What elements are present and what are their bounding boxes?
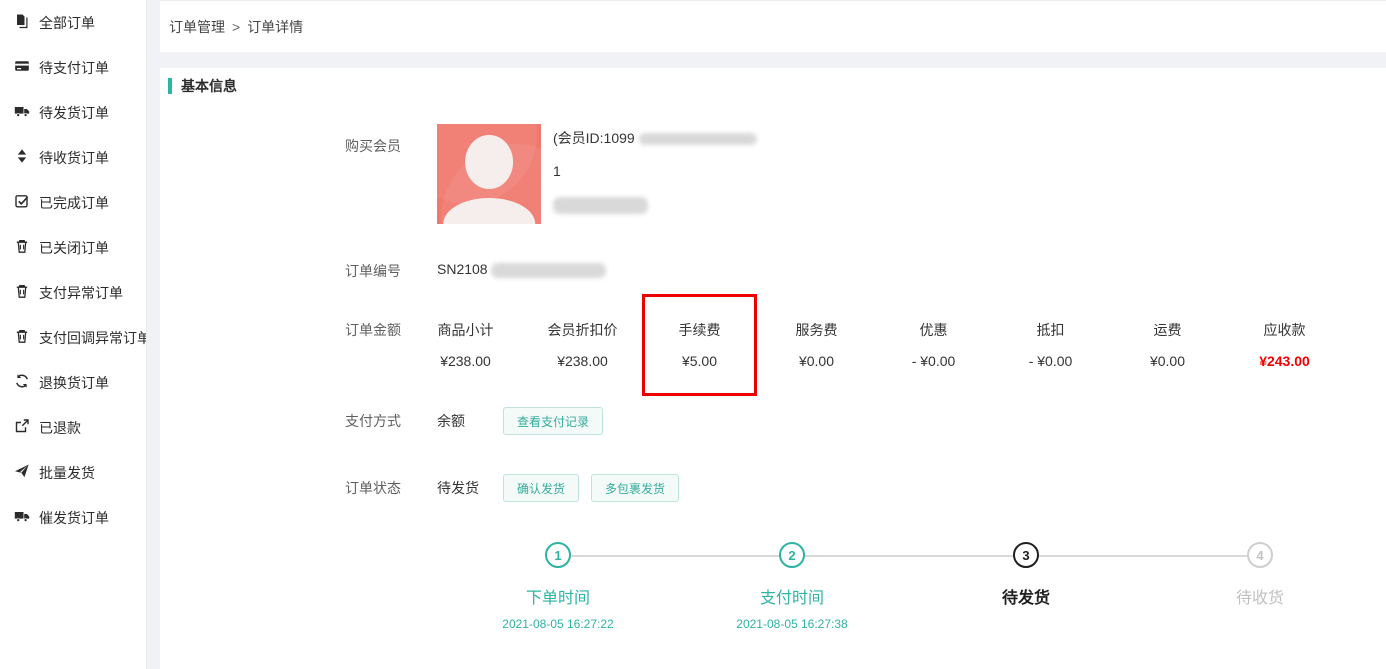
sidebar-item-payment-callback-exception[interactable]: 支付回调异常订单 xyxy=(0,315,146,360)
payment-method-label: 支付方式 xyxy=(345,411,437,431)
order-number-label: 订单编号 xyxy=(345,261,437,281)
breadcrumb-order-management[interactable]: 订单管理 xyxy=(169,17,225,37)
member-avatar xyxy=(437,124,541,224)
order-status-label: 订单状态 xyxy=(345,478,437,498)
member-line2: 1 xyxy=(553,162,757,181)
timeline-step-3-label: 待发货 xyxy=(1002,584,1050,608)
return-exchange-icon xyxy=(14,373,30,392)
redacted-order-number xyxy=(491,263,606,278)
sidebar-item-label: 待支付订单 xyxy=(39,58,109,78)
sidebar-item-return-exchange[interactable]: 退换货订单 xyxy=(0,360,146,405)
amount-columns: 商品小计 ¥238.00 会员折扣价 ¥238.00 手续费 ¥5.00 服务费… xyxy=(407,320,1343,369)
payment-exception-icon xyxy=(14,283,30,302)
timeline-step-4-label: 待收货 xyxy=(1236,584,1284,608)
payment-callback-exception-icon xyxy=(14,328,30,347)
order-progress-timeline: 1 下单时间 2021-08-05 16:27:22 2 支付时间 2021-0… xyxy=(441,542,1377,631)
breadcrumb-order-detail: 订单详情 xyxy=(247,17,303,37)
member-info: (会员ID:1099 1 xyxy=(553,124,757,228)
sidebar-item-label: 全部订单 xyxy=(39,13,95,33)
timeline-step-2-label: 支付时间 xyxy=(760,584,824,608)
refunded-icon xyxy=(14,418,30,437)
sidebar-item-label: 已完成订单 xyxy=(39,193,109,213)
pending-payment-icon xyxy=(14,58,30,77)
timeline-step-pending-receive: 4 待收货 xyxy=(1143,542,1377,631)
order-number-row: 订单编号 SN2108 xyxy=(345,261,1386,281)
sidebar-item-pending-payment[interactable]: 待支付订单 xyxy=(0,45,146,90)
timeline-step-pending-ship: 3 待发货 xyxy=(909,542,1143,631)
sidebar-item-label: 支付异常订单 xyxy=(39,283,123,303)
sidebar-item-all-orders[interactable]: 全部订单 xyxy=(0,0,146,45)
all-orders-icon xyxy=(14,13,30,32)
order-status-value: 待发货 xyxy=(437,478,503,498)
view-payment-records-button[interactable]: 查看支付记录 xyxy=(503,407,603,435)
sidebar-item-closed-orders[interactable]: 已关闭订单 xyxy=(0,225,146,270)
member-id-line: (会员ID:1099 xyxy=(553,129,757,148)
section-title-accent-bar xyxy=(168,78,172,94)
timeline-step-3-circle: 3 xyxy=(1013,542,1039,568)
section-title-text: 基本信息 xyxy=(181,76,237,96)
batch-shipment-icon xyxy=(14,463,30,482)
timeline-step-1-circle: 1 xyxy=(545,542,571,568)
order-amount-row: 订单金额 商品小计 ¥238.00 会员折扣价 ¥238.00 手续费 ¥5.0… xyxy=(345,320,1386,369)
sidebar-item-refunded[interactable]: 已退款 xyxy=(0,405,146,450)
timeline-step-1-label: 下单时间 xyxy=(526,584,590,608)
order-amount-label: 订单金额 xyxy=(345,320,407,369)
member-row: 购买会员 (会员ID:1099 1 xyxy=(345,124,1386,228)
sidebar-item-completed-orders[interactable]: 已完成订单 xyxy=(0,180,146,225)
basic-info-panel: 基本信息 购买会员 (会员ID:1099 1 订单 xyxy=(160,68,1386,669)
member-id-text: (会员ID:1099 xyxy=(553,130,635,146)
breadcrumb: 订单管理 > 订单详情 xyxy=(160,0,1386,53)
payment-method-value: 余额 xyxy=(437,411,503,431)
sidebar-item-batch-shipment[interactable]: 批量发货 xyxy=(0,450,146,495)
sidebar-item-pending-receipt[interactable]: 待收货订单 xyxy=(0,135,146,180)
sidebar-item-label: 已退款 xyxy=(39,418,81,438)
highlight-box xyxy=(642,294,757,396)
order-status-row: 订单状态 待发货 确认发货 多包裹发货 xyxy=(345,474,1386,502)
avatar-head-shape xyxy=(465,135,513,189)
amount-col-deduction: 抵扣 - ¥0.00 xyxy=(992,320,1109,369)
completed-orders-icon xyxy=(14,193,30,212)
pending-shipment-icon xyxy=(14,103,30,122)
timeline-step-1-date: 2021-08-05 16:27:22 xyxy=(502,617,613,631)
sidebar-item-label: 催发货订单 xyxy=(39,508,109,528)
sidebar-item-label: 退换货订单 xyxy=(39,373,109,393)
timeline-step-2-circle: 2 xyxy=(779,542,805,568)
sidebar-item-label: 待收货订单 xyxy=(39,148,109,168)
amount-col-member-discount: 会员折扣价 ¥238.00 xyxy=(524,320,641,369)
sidebar-item-label: 支付回调异常订单 xyxy=(39,328,147,348)
timeline-step-paid: 2 支付时间 2021-08-05 16:27:38 xyxy=(675,542,909,631)
order-number-value: SN2108 xyxy=(437,261,606,281)
timeline-step-2-date: 2021-08-05 16:27:38 xyxy=(736,617,847,631)
redacted-member-phone xyxy=(553,197,648,214)
urge-shipment-icon xyxy=(14,508,30,527)
breadcrumb-separator: > xyxy=(232,19,240,35)
payment-method-row: 支付方式 余额 查看支付记录 xyxy=(345,407,1386,435)
timeline-step-4-circle: 4 xyxy=(1247,542,1273,568)
amount-col-handling-fee: 手续费 ¥5.00 xyxy=(641,320,758,369)
closed-orders-icon xyxy=(14,238,30,257)
multi-package-ship-button[interactable]: 多包裹发货 xyxy=(591,474,679,502)
amount-col-freight: 运费 ¥0.00 xyxy=(1109,320,1226,369)
amount-col-receivable: 应收款 ¥243.00 xyxy=(1226,320,1343,369)
amount-col-goods-subtotal: 商品小计 ¥238.00 xyxy=(407,320,524,369)
sidebar-item-label: 批量发货 xyxy=(39,463,95,483)
sidebar-item-label: 待发货订单 xyxy=(39,103,109,123)
order-sidebar: 全部订单 待支付订单 待发货订单 待收货订单 已完成订单 已关闭订单 支付异常订… xyxy=(0,0,147,669)
amount-col-coupon: 优惠 - ¥0.00 xyxy=(875,320,992,369)
sidebar-item-urge-shipment[interactable]: 催发货订单 xyxy=(0,495,146,540)
section-title: 基本信息 xyxy=(168,78,1386,94)
confirm-ship-button[interactable]: 确认发货 xyxy=(503,474,579,502)
sidebar-item-label: 已关闭订单 xyxy=(39,238,109,258)
amount-col-service-fee: 服务费 ¥0.00 xyxy=(758,320,875,369)
sidebar-item-pending-shipment[interactable]: 待发货订单 xyxy=(0,90,146,135)
timeline-step-ordered: 1 下单时间 2021-08-05 16:27:22 xyxy=(441,542,675,631)
order-number-prefix: SN2108 xyxy=(437,261,488,277)
member-line3 xyxy=(553,195,757,214)
sidebar-item-payment-exception[interactable]: 支付异常订单 xyxy=(0,270,146,315)
main-area: 订单管理 > 订单详情 基本信息 购买会员 (会员ID:1099 1 xyxy=(160,0,1386,669)
pending-receipt-icon xyxy=(14,148,30,167)
redacted-member-name xyxy=(639,133,757,145)
member-label: 购买会员 xyxy=(345,124,437,228)
